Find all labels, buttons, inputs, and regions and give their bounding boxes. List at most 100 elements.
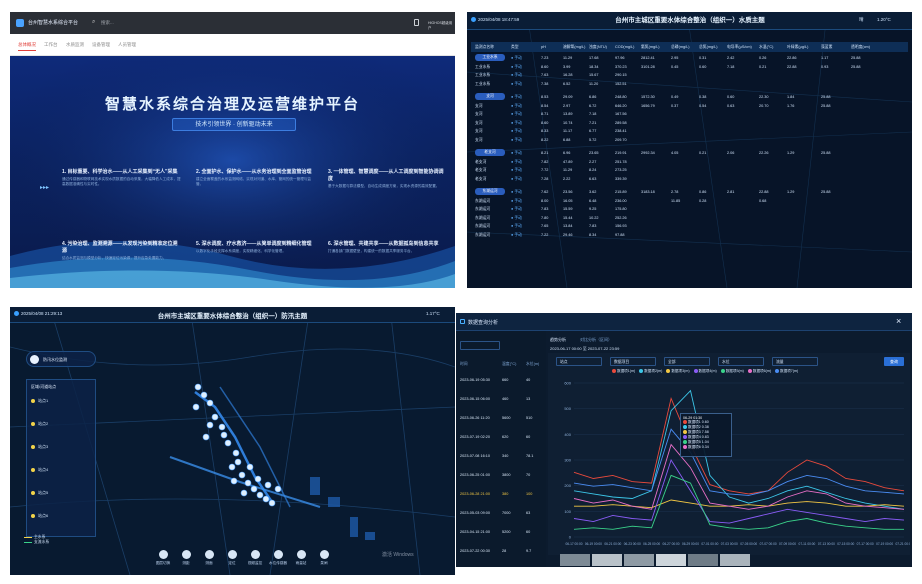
series-line[interactable] (573, 396, 905, 495)
table-row[interactable]: 工业水系 ● 手动 7.38 6.52 11.20 152.51 (471, 80, 908, 88)
table-row[interactable]: 2023-07-19 02:20 620 60 (460, 432, 542, 442)
date-input[interactable] (460, 341, 500, 350)
thumbnail[interactable] (592, 554, 622, 566)
table-row[interactable]: 东湖运河 ● 手动 8.00 16.05 6.48 236.00 11.85 0.28 0.68 (471, 197, 908, 205)
station-row[interactable]: 站点3 (31, 442, 93, 452)
map-tool-button[interactable]: 泵闸 (315, 550, 333, 566)
monitoring-station-marker[interactable] (264, 481, 272, 489)
table-row[interactable]: 东湖运河 ● 手动 7.62 23.56 3.62 215.89 3183.18 2.78 0.… (471, 188, 908, 196)
monitoring-station-marker[interactable] (206, 421, 214, 429)
tab-trend[interactable]: 趋势分析 (550, 337, 566, 343)
map-tool-button[interactable]: 测距 (177, 550, 195, 566)
table-row[interactable]: 2023-07-08 16:10 340 78.1 (460, 451, 542, 461)
tab-overview[interactable]: 总体概况 (18, 42, 36, 48)
monitoring-station-marker[interactable] (230, 477, 238, 485)
thumbnail[interactable] (624, 554, 654, 566)
phone-icon[interactable] (414, 19, 419, 26)
station-row[interactable]: 站点2 (31, 419, 93, 429)
station-row[interactable]: 站点6 (31, 511, 93, 521)
monitoring-station-marker[interactable] (238, 471, 246, 479)
table-row[interactable]: 工业水系 ● 手动 8.60 3.99 18.34 370.23 3101.28 0.45 0.… (471, 63, 908, 71)
trend-line-chart[interactable]: 0 100 200 300 400 500 600 06-17 00:00 06-19 00:0… (548, 377, 910, 555)
monitoring-station-marker[interactable] (232, 449, 240, 457)
station-row[interactable]: 站点5 (31, 488, 93, 498)
table-row[interactable]: 2023-06-25 01:00 3800 70 (460, 470, 542, 480)
legend-item[interactable]: 数据项2(m) (639, 369, 662, 374)
tab-devices[interactable]: 设备管理 (92, 42, 110, 48)
tab-water-quality[interactable]: 水质监测 (66, 42, 84, 48)
filter-select[interactable]: 数据项目 (610, 357, 656, 366)
tab-staff[interactable]: 人员管理 (118, 42, 136, 48)
thumbnail[interactable] (688, 554, 718, 566)
monitoring-station-marker[interactable] (262, 495, 270, 503)
module-selector[interactable]: 防汛水位监测 (26, 351, 96, 367)
monitoring-station-marker[interactable] (254, 475, 262, 483)
thumbnail[interactable] (720, 554, 750, 566)
table-row[interactable]: 东湖运河 ● 手动 7.65 13.84 7.83 156.93 (471, 222, 908, 230)
monitoring-station-marker[interactable] (206, 399, 214, 407)
legend-item[interactable]: 数据项3(m) (666, 369, 690, 374)
map-tool-button[interactable]: 图层切换 (154, 550, 172, 566)
legend-item[interactable]: 数据项4(m) (693, 369, 717, 374)
monitoring-station-marker[interactable] (228, 463, 236, 471)
tab-compare[interactable]: 对比分析（区间） (580, 337, 612, 343)
table-row[interactable]: 老支河 ● 手动 7.82 47.89 2.27 251.78 (471, 158, 908, 166)
monitoring-station-marker[interactable] (256, 491, 264, 499)
monitoring-station-marker[interactable] (218, 423, 226, 431)
search-box[interactable]: ⌕ 搜索... (92, 18, 162, 28)
filter-select[interactable]: 站点 (556, 357, 602, 366)
filter-select[interactable]: 全部 (664, 357, 710, 366)
monitoring-station-marker[interactable] (211, 413, 219, 421)
table-row[interactable]: 支河 ● 手动 8.60 10.74 7.21 289.58 (471, 119, 908, 127)
table-row[interactable]: 工业水系 ● 手动 7.63 16.28 15.67 290.15 (471, 71, 908, 79)
legend-item[interactable]: 数据项1(m) (612, 369, 635, 374)
monitoring-station-marker[interactable] (220, 431, 228, 439)
monitoring-station-marker[interactable] (234, 458, 242, 466)
table-row[interactable]: 2023-06-19 05:30 660 40 (460, 375, 542, 385)
legend-item[interactable]: 数据项5(m) (720, 369, 744, 374)
table-row[interactable]: 2023-04-15 21:00 5200 60 (460, 527, 542, 537)
monitoring-station-marker[interactable] (224, 439, 232, 447)
map-tool-button[interactable]: 测面 (200, 550, 218, 566)
table-row[interactable]: 东湖运河 ● 手动 7.22 29.46 8.34 97.88 (471, 231, 908, 239)
map-tool-button[interactable]: 雨量站 (292, 550, 310, 566)
table-row[interactable]: 老支河 ● 手动 8.21 6.96 23.65 219.91 2992.34 4.05 0.2… (471, 149, 908, 157)
table-row[interactable]: 东湖运河 ● 手动 7.83 15.59 9.25 175.80 (471, 205, 908, 213)
series-line[interactable] (573, 458, 905, 524)
close-button[interactable]: × (896, 316, 901, 326)
monitoring-station-marker[interactable] (246, 463, 254, 471)
filter-select[interactable]: 流量 (772, 357, 818, 366)
table-row[interactable]: 支河 ● 手动 8.54 2.97 6.72 646.20 1656.79 0.37 0.54 0… (471, 102, 908, 110)
user-name[interactable]: HIGHOS超级用户 (428, 21, 455, 31)
table-row[interactable]: 2023-06-26 11:20 5600 510 (460, 413, 542, 423)
thumbnail[interactable] (560, 554, 590, 566)
legend-item[interactable]: 数据项6(m) (747, 369, 771, 374)
monitoring-station-marker[interactable] (268, 499, 276, 507)
table-row[interactable]: 支河 ● 手动 8.71 13.89 7.18 167.56 (471, 110, 908, 118)
filter-select[interactable]: 水位 (718, 357, 764, 366)
legend-item[interactable]: 数据项7(m) (775, 369, 798, 374)
table-row[interactable]: 东湖运河 ● 手动 7.80 15.44 10.22 252.26 (471, 214, 908, 222)
thumbnail[interactable] (656, 554, 686, 566)
tab-workbench[interactable]: 工作台 (44, 42, 58, 48)
station-row[interactable]: 站点4 (31, 465, 93, 475)
table-row[interactable]: 2023-06-15 06:00 460 13 (460, 394, 542, 404)
table-row[interactable]: 支河 ● 手动 8.22 6.88 5.72 209.70 (471, 136, 908, 144)
table-row[interactable]: 2023-05-03 09:00 7000 63 (460, 508, 542, 518)
monitoring-station-marker[interactable] (194, 383, 202, 391)
map-tool-button[interactable]: 视频监控 (246, 550, 264, 566)
table-row[interactable]: 老支河 ● 手动 7.28 2.22 6.63 339.39 (471, 175, 908, 183)
table-row[interactable]: 2023-07-22 00:30 28 9.7 (460, 546, 542, 556)
table-row[interactable]: 老支河 ● 手动 7.72 11.29 8.24 273.25 (471, 166, 908, 174)
monitoring-station-marker[interactable] (192, 403, 200, 411)
monitoring-station-marker[interactable] (244, 479, 252, 487)
table-row[interactable]: 支河 ● 手动 8.53 29.09 6.86 248.80 1572.30 0.49 0.38… (471, 93, 908, 101)
monitoring-station-marker[interactable] (240, 489, 248, 497)
table-row[interactable]: 2023-06-28 21:00 380 100 (460, 489, 542, 499)
table-row[interactable]: 工业水系 ● 手动 7.23 11.29 17.68 97.96 2812.41 2.95 0.… (471, 54, 908, 62)
monitoring-station-marker[interactable] (202, 433, 210, 441)
monitoring-station-marker[interactable] (274, 485, 282, 493)
map-tool-button[interactable]: 水位传感器 (269, 550, 287, 566)
monitoring-station-marker[interactable] (200, 391, 208, 399)
map-tool-button[interactable]: 定位 (223, 550, 241, 566)
